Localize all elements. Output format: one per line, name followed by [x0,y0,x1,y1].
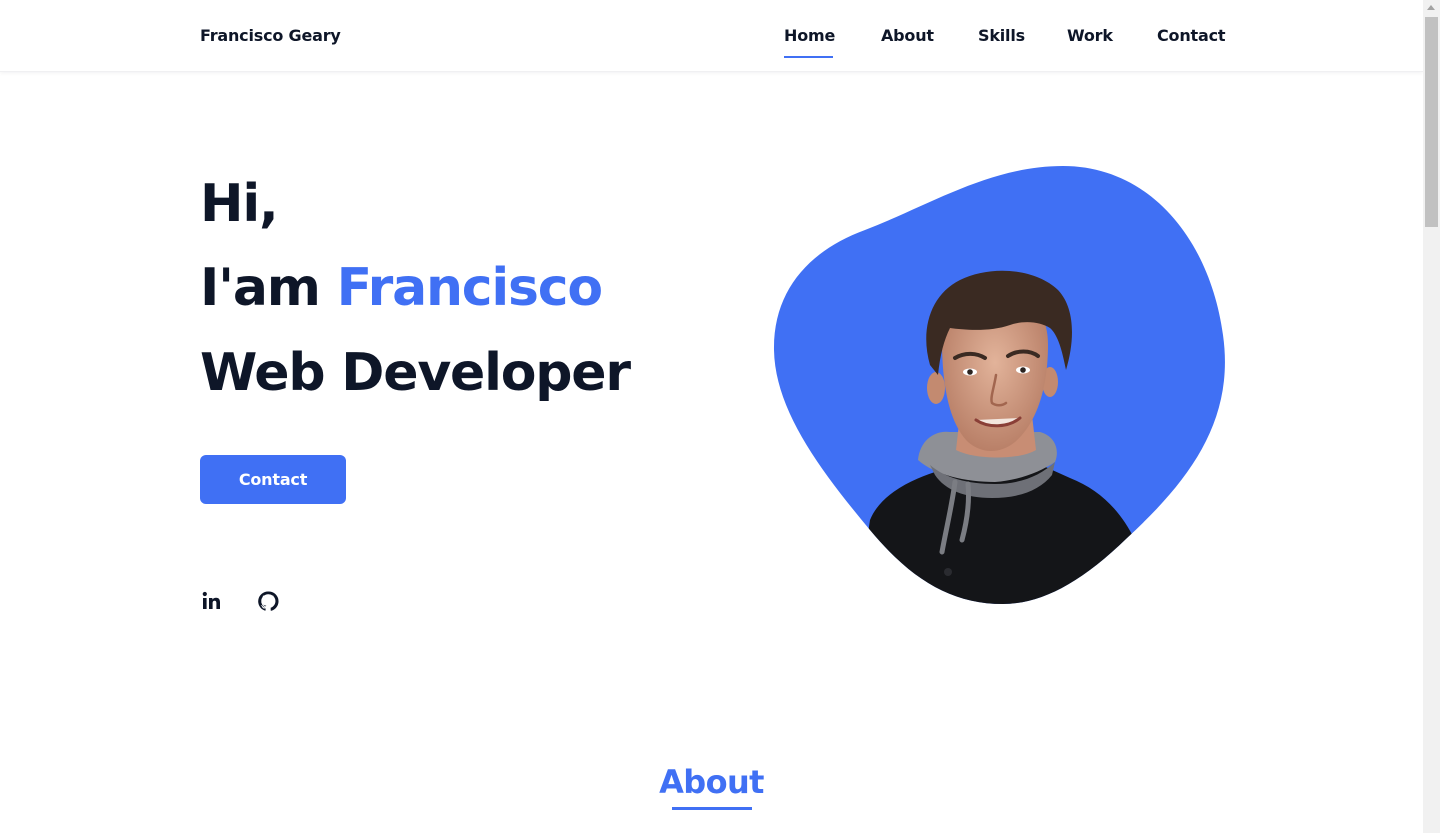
scroll-up-arrow-icon[interactable] [1427,5,1435,10]
hero-intro-prefix: I'am [200,258,321,318]
nav-contact[interactable]: Contact [1157,26,1226,45]
portrait-photo [773,166,1225,604]
page-scrollbar[interactable] [1423,0,1440,833]
nav-skills[interactable]: Skills [978,26,1025,45]
about-heading: About [659,763,764,801]
hero-greeting: Hi, [200,174,279,234]
hero-name: Francisco [336,258,604,318]
nav-work[interactable]: Work [1067,26,1113,45]
hero-role: Web Developer [200,343,631,403]
hero-intro: I'am Francisco [200,262,603,314]
linkedin-icon[interactable] [200,589,224,613]
nav-home-active-indicator [784,26,833,60]
nav-about[interactable]: About [881,26,934,45]
scrollbar-thumb[interactable] [1425,17,1438,227]
site-header: Francisco Geary Home About Skills Work C… [0,0,1423,72]
contact-button[interactable]: Contact [200,455,346,504]
site-logo[interactable]: Francisco Geary [200,26,341,45]
about-heading-underline [672,807,752,810]
github-icon[interactable] [256,589,280,613]
